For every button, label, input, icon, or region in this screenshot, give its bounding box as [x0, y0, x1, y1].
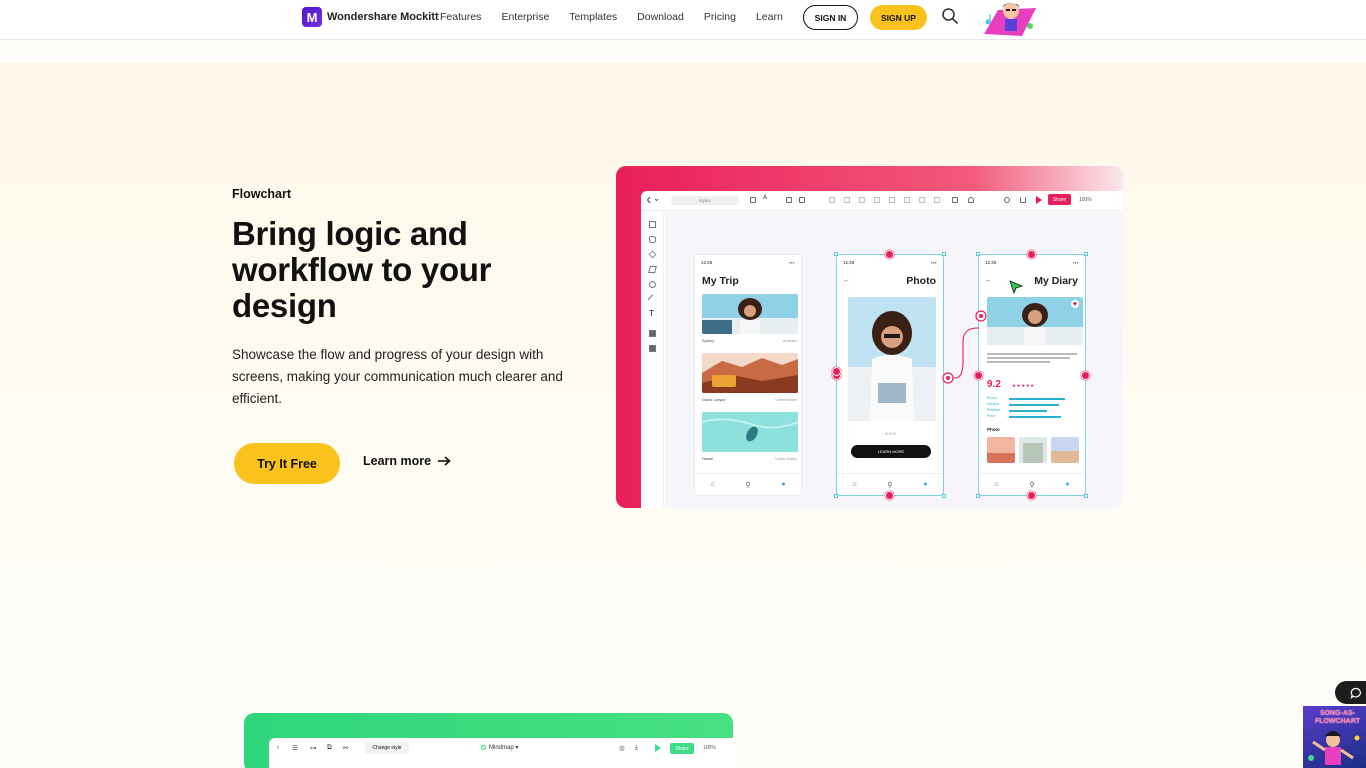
change-style-button: Change style: [365, 742, 409, 754]
design-canvas: 12:26 ▪▪▪ My Trip Sydney Australia Grand…: [665, 212, 1123, 508]
promo-character-illustration: [1308, 731, 1360, 765]
circle-tool-icon: [649, 281, 656, 288]
link-icon: ⚯: [343, 745, 349, 752]
play-icon: [1036, 196, 1042, 204]
brand-name: Wondershare Mockitt: [327, 11, 439, 23]
zoom-level: 100%: [703, 745, 716, 751]
tool-icon: [904, 197, 910, 203]
flowchart-preview-card: style1 A Share 100% T 12:26 ▪▪▪ My Trip …: [616, 166, 1123, 508]
lock-icon: [968, 197, 974, 203]
arrow-right-icon: [438, 456, 451, 466]
shape-toolbar: T: [641, 212, 664, 508]
nav-menu: Features Enterprise Templates Download P…: [440, 0, 803, 34]
promo-title-line: SONG-AS-: [1320, 710, 1355, 717]
share-button: Share: [670, 743, 694, 754]
chat-bubble-icon: [1350, 687, 1361, 699]
brand-logo[interactable]: M Wondershare Mockitt: [302, 7, 439, 27]
tool-icon: [889, 197, 895, 203]
learn-more-link[interactable]: Learn more: [363, 454, 451, 468]
download-icon: ⤓: [635, 744, 638, 751]
song-as-flowchart-promo[interactable]: SONG-AS- FLOWCHART: [1303, 706, 1366, 768]
mindmap-preview-card: ‹ ☰ ⊶ ⧉ ⚯ Change style Mindmap ▾ ◎ ⤓ Sha…: [244, 713, 733, 768]
try-it-free-button[interactable]: Try It Free: [234, 443, 340, 484]
preview-icon: [1004, 197, 1010, 203]
tool-icon: [919, 197, 925, 203]
line-tool-icon: [647, 294, 658, 305]
tool-icon: [874, 197, 880, 203]
sign-in-button[interactable]: SIGN IN: [803, 5, 858, 30]
nav-item-features[interactable]: Features: [440, 11, 481, 23]
nav-item-learn[interactable]: Learn: [756, 11, 783, 23]
text-tool-icon: T: [649, 309, 654, 318]
preview-icon: ◎: [619, 745, 625, 752]
rectangle-tool-icon: [649, 221, 656, 228]
tool-icon: [844, 197, 850, 203]
learn-more-label: Learn more: [363, 454, 432, 468]
menu-icon: ☰: [292, 745, 298, 752]
image-icon: [799, 197, 805, 203]
top-navbar: M Wondershare Mockitt Features Enterpris…: [0, 0, 1366, 40]
nav-item-enterprise[interactable]: Enterprise: [501, 11, 549, 23]
tool-icon: [934, 197, 940, 203]
back-chevron-icon: [646, 196, 658, 204]
parallelogram-tool-icon: [648, 266, 657, 273]
promo-character-illustration[interactable]: [978, 0, 1038, 37]
section-eyebrow: Flowchart: [232, 187, 292, 201]
node-icon: ⊶: [310, 745, 317, 752]
text-icon: A: [763, 195, 768, 201]
group-icon: ⧉: [327, 744, 332, 751]
zoom-level: 100%: [1079, 197, 1092, 203]
mockitt-logo-icon: M: [302, 7, 322, 27]
align-icon: [786, 197, 792, 203]
tool-icon: [829, 197, 835, 203]
mode-label: Mindmap: [489, 745, 514, 751]
document-name-field: style1: [671, 196, 739, 205]
download-icon: [1020, 197, 1026, 203]
diamond-tool-icon: [648, 250, 657, 259]
table-tool-icon: [649, 345, 656, 352]
play-icon: [655, 744, 661, 752]
search-icon[interactable]: [941, 7, 959, 25]
editor-mockup: style1 A Share 100% T 12:26 ▪▪▪ My Trip …: [641, 191, 1123, 508]
image-tool-icon: [649, 330, 656, 337]
mindmap-editor-mockup: ‹ ☰ ⊶ ⧉ ⚯ Change style Mindmap ▾ ◎ ⤓ Sha…: [269, 738, 733, 768]
nav-item-templates[interactable]: Templates: [569, 11, 617, 23]
hero-headline: Bring logic and workflow to your design: [232, 215, 492, 324]
list-icon: [750, 197, 756, 203]
nav-item-pricing[interactable]: Pricing: [704, 11, 736, 23]
editor-toolbar: style1 A Share 100%: [641, 191, 1123, 211]
mode-selector: Mindmap ▾: [481, 744, 518, 751]
mindmap-mode-icon: [481, 744, 486, 750]
chat-widget-button[interactable]: [1335, 681, 1366, 704]
share-button: Share: [1048, 194, 1071, 205]
sign-up-button[interactable]: SIGN UP: [870, 5, 927, 30]
layer-icon: [952, 197, 958, 203]
hero-description: Showcase the flow and progress of your d…: [232, 347, 563, 406]
nav-item-download[interactable]: Download: [637, 11, 684, 23]
tool-icon: [859, 197, 865, 203]
rounded-rect-tool-icon: [649, 236, 656, 243]
back-chevron-icon: ‹: [277, 744, 280, 751]
flow-connector-line: [942, 310, 987, 384]
